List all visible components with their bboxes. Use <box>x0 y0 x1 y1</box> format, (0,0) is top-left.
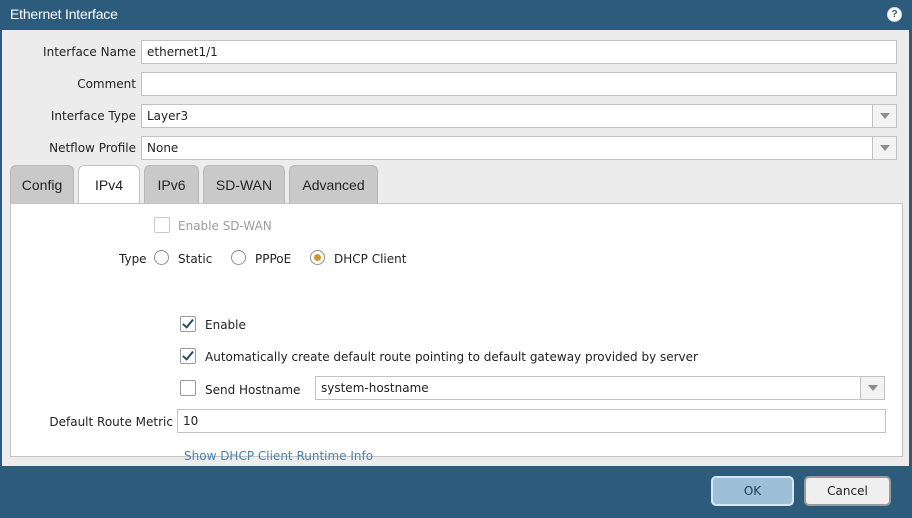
radio-dhcp-client[interactable] <box>310 250 325 265</box>
tab-advanced[interactable]: Advanced <box>289 165 378 203</box>
enable-checkbox[interactable] <box>180 316 196 332</box>
netflow-profile-select[interactable]: None <box>141 136 897 160</box>
ok-button[interactable]: OK <box>711 476 794 506</box>
comment-field[interactable] <box>141 72 897 96</box>
tab-sd-wan[interactable]: SD-WAN <box>203 165 285 203</box>
hostname-select[interactable]: system-hostname <box>315 376 885 400</box>
ipv4-panel: Enable SD-WAN Type Static PPPoE DHCP Cli… <box>10 203 903 463</box>
chevron-down-icon[interactable] <box>860 377 884 399</box>
window-title: Ethernet Interface <box>10 6 118 22</box>
dialog-body: Interface Name ethernet1/1 Comment Inter… <box>2 30 909 466</box>
default-route-metric-field[interactable]: 10 <box>177 409 886 433</box>
enable-label: Enable <box>205 318 246 332</box>
hostname-value: system-hostname <box>321 381 429 395</box>
auto-default-route-checkbox[interactable] <box>180 348 196 364</box>
checkmark-icon <box>182 348 194 361</box>
comment-label: Comment <box>77 77 136 91</box>
radio-selected-dot <box>314 254 321 261</box>
radio-pppoe[interactable] <box>231 250 246 265</box>
netflow-profile-label: Netflow Profile <box>49 141 136 155</box>
interface-type-value: Layer3 <box>147 109 189 123</box>
interface-name-label: Interface Name <box>43 45 136 59</box>
help-icon[interactable] <box>887 7 902 22</box>
chevron-down-icon[interactable] <box>872 137 896 159</box>
send-hostname-label: Send Hostname <box>205 383 301 397</box>
radio-static-label: Static <box>178 252 213 266</box>
checkmark-icon <box>182 316 194 329</box>
title-bar: Ethernet Interface <box>0 0 912 30</box>
interface-type-label: Interface Type <box>50 109 136 123</box>
send-hostname-checkbox[interactable] <box>180 380 196 396</box>
radio-pppoe-label: PPPoE <box>255 252 292 266</box>
tab-ipv6[interactable]: IPv6 <box>144 165 199 203</box>
tab-config[interactable]: Config <box>10 165 74 203</box>
type-label: Type <box>119 252 147 266</box>
enable-sdwan-checkbox <box>154 217 170 233</box>
chevron-down-icon[interactable] <box>872 105 896 127</box>
auto-default-route-label: Automatically create default route point… <box>205 350 698 364</box>
interface-type-select[interactable]: Layer3 <box>141 104 897 128</box>
tab-ipv4[interactable]: IPv4 <box>78 165 140 205</box>
interface-name-field[interactable]: ethernet1/1 <box>141 40 897 64</box>
enable-sdwan-label: Enable SD-WAN <box>178 219 272 233</box>
default-route-metric-label: Default Route Metric <box>49 415 173 429</box>
netflow-profile-value: None <box>147 141 179 155</box>
radio-dhcp-client-label: DHCP Client <box>334 252 407 266</box>
cancel-button[interactable]: Cancel <box>804 476 891 506</box>
dhcp-runtime-info-link[interactable]: Show DHCP Client Runtime Info <box>184 449 373 463</box>
radio-static[interactable] <box>154 250 169 265</box>
